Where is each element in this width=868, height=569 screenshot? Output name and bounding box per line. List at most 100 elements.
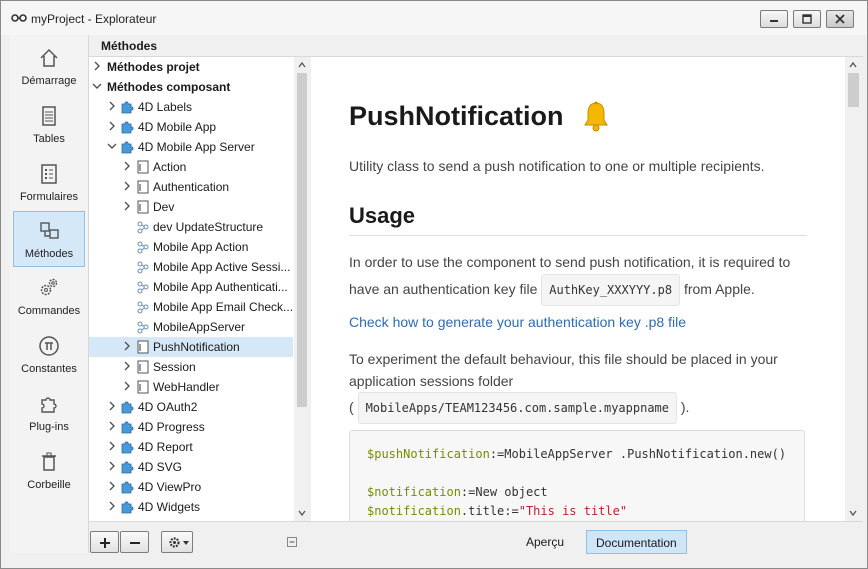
class-icon — [137, 380, 149, 394]
scroll-up-icon[interactable] — [849, 61, 857, 69]
chevron-down-icon[interactable] — [92, 81, 102, 91]
usage-paragraph-2: To experiment the default behaviour, thi… — [349, 348, 778, 424]
code-sample: $pushNotification:=MobileAppServer .Push… — [349, 430, 805, 521]
sidebar-item-label: Commandes — [17, 305, 81, 317]
doc-intro: Utility class to send a push notificatio… — [349, 158, 765, 174]
sidebar-item-formulaires[interactable]: Formulaires — [13, 157, 85, 213]
tree-item-component[interactable]: 4D OAuth2 — [89, 397, 293, 417]
chevron-right-icon[interactable] — [107, 421, 117, 431]
trash-icon — [42, 452, 56, 471]
tab-documentation[interactable]: Documentation — [586, 530, 687, 554]
chevron-right-icon[interactable] — [122, 181, 132, 191]
chevron-right-icon[interactable] — [107, 501, 117, 511]
close-button[interactable] — [826, 10, 854, 28]
forms-icon — [41, 164, 57, 184]
class-icon — [137, 360, 149, 374]
scroll-up-icon[interactable] — [298, 61, 306, 69]
sidebar-item-tables[interactable]: Tables — [13, 99, 85, 155]
tree-scrollbar-thumb[interactable] — [297, 73, 307, 407]
tree-item-class[interactable]: Action — [89, 157, 293, 177]
component-puzzle-icon — [121, 141, 134, 154]
auth-key-link[interactable]: Check how to generate your authenticatio… — [349, 314, 686, 330]
documentation-pane: PushNotification Utility class to send a… — [311, 57, 845, 521]
sidebar-item-label: Corbeille — [27, 479, 71, 491]
chevron-right-icon[interactable] — [107, 121, 117, 131]
chevron-right-icon[interactable] — [92, 61, 102, 71]
sidebar-item-label: Tables — [33, 133, 65, 145]
tree-item-methodes-projet[interactable]: Méthodes projet — [89, 57, 293, 77]
options-button[interactable] — [161, 531, 193, 553]
sidebar-item-demarrage[interactable]: Démarrage — [13, 41, 85, 97]
sidebar-item-label: Démarrage — [21, 75, 77, 87]
section-header: Méthodes — [89, 35, 863, 57]
tree-item-method[interactable]: Mobile App Action — [89, 237, 293, 257]
minimize-button[interactable] — [760, 10, 788, 28]
tree-item-method[interactable]: Mobile App Email Check... — [89, 297, 293, 317]
class-icon — [137, 160, 149, 174]
chevron-right-icon[interactable] — [122, 361, 132, 371]
doc-scrollbar[interactable] — [845, 57, 862, 521]
tree-item-class[interactable]: Session — [89, 357, 293, 377]
component-puzzle-icon — [121, 481, 134, 494]
method-icon — [137, 261, 149, 274]
tree-item-method[interactable]: Mobile App Authenticati... — [89, 277, 293, 297]
title-bar: myProject - Explorateur — [1, 1, 867, 35]
minus-icon — [130, 542, 140, 544]
collapse-icon[interactable] — [287, 537, 297, 547]
chevron-right-icon[interactable] — [107, 461, 117, 471]
sidebar-item-constantes[interactable]: Constantes — [13, 331, 85, 387]
chevron-right-icon[interactable] — [107, 481, 117, 491]
tree-item-component[interactable]: 4D Progress — [89, 417, 293, 437]
add-button[interactable] — [90, 531, 119, 553]
tree-item-class[interactable]: WebHandler — [89, 377, 293, 397]
tree-item-component[interactable]: 4D Mobile App Server — [89, 137, 293, 157]
chevron-right-icon[interactable] — [122, 381, 132, 391]
component-puzzle-icon — [121, 121, 134, 134]
tree-item-method[interactable]: MobileAppServer — [89, 317, 293, 337]
bottom-toolbar: Aperçu Documentation — [89, 521, 863, 554]
tree-item-methodes-composant[interactable]: Méthodes composant — [89, 77, 293, 97]
tree-item-class-selected[interactable]: PushNotification — [89, 337, 293, 357]
doc-title: PushNotification — [349, 101, 564, 131]
maximize-icon — [802, 14, 812, 24]
pi-icon — [39, 336, 59, 356]
chevron-right-icon[interactable] — [122, 201, 132, 211]
method-icon — [137, 241, 149, 254]
tree-item-component[interactable]: 4D Mobile App — [89, 117, 293, 137]
tree-item-method[interactable]: dev UpdateStructure — [89, 217, 293, 237]
tab-apercu[interactable]: Aperçu — [517, 530, 573, 554]
doc-scrollbar-thumb[interactable] — [848, 73, 859, 107]
tree-item-component[interactable]: 4D Report — [89, 437, 293, 457]
sidebar-item-plug-ins[interactable]: Plug-ins — [13, 389, 85, 445]
chevron-right-icon[interactable] — [107, 441, 117, 451]
tree-item-component[interactable]: 4D SVG — [89, 457, 293, 477]
sidebar-item-methodes[interactable]: Méthodes — [13, 211, 85, 267]
maximize-button[interactable] — [793, 10, 821, 28]
tree-item-component[interactable]: 4D Widgets — [89, 497, 293, 517]
remove-button[interactable] — [120, 531, 149, 553]
tree-item-component[interactable]: 4D Labels — [89, 97, 293, 117]
chevron-right-icon[interactable] — [122, 341, 132, 351]
chevron-down-icon[interactable] — [107, 141, 117, 151]
gears-icon — [40, 278, 58, 296]
bell-icon — [584, 101, 608, 132]
chevron-right-icon[interactable] — [122, 161, 132, 171]
chevron-right-icon[interactable] — [107, 401, 117, 411]
tree-item-component[interactable]: 4D ViewPro — [89, 477, 293, 497]
component-puzzle-icon — [121, 101, 134, 114]
tree-item-method[interactable]: Mobile App Active Sessi... — [89, 257, 293, 277]
sidebar-item-commandes[interactable]: Commandes — [13, 273, 85, 329]
scroll-down-icon[interactable] — [298, 509, 306, 517]
sidebar-item-corbeille[interactable]: Corbeille — [13, 447, 85, 503]
tree-item-class[interactable]: Authentication — [89, 177, 293, 197]
method-icon — [137, 221, 149, 234]
puzzle-icon — [41, 397, 57, 413]
tree-item-class[interactable]: Dev — [89, 197, 293, 217]
explorer-sidebar: Démarrage Tables Formulaires Méthodes Co… — [10, 35, 89, 553]
inline-code-folder: MobileApps/TEAM123456.com.sample.myappna… — [357, 392, 677, 424]
minimize-icon — [770, 20, 778, 22]
chevron-down-icon — [183, 541, 189, 545]
chevron-right-icon[interactable] — [107, 101, 117, 111]
scroll-down-icon[interactable] — [849, 509, 857, 517]
tree-scrollbar[interactable] — [294, 57, 310, 521]
